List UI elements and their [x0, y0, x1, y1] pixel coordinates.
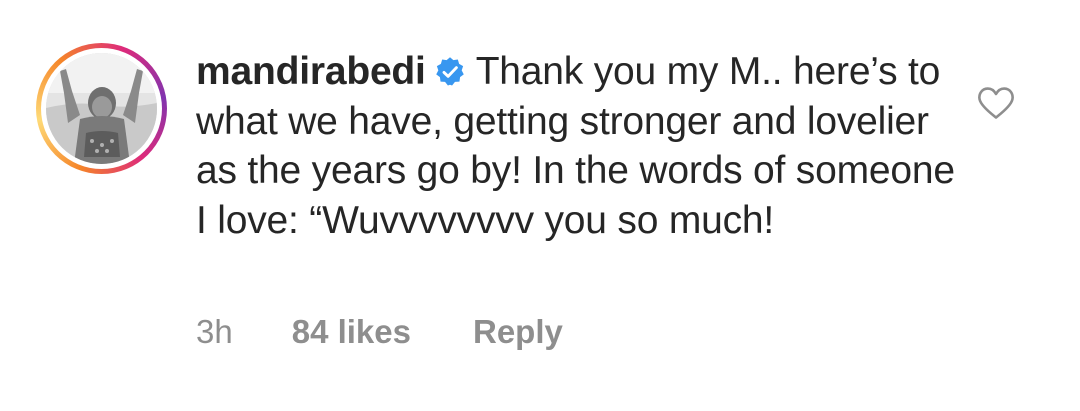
avatar-photo: [46, 53, 157, 164]
story-ring[interactable]: [36, 43, 167, 174]
avatar[interactable]: [46, 53, 157, 164]
username-link[interactable]: mandirabedi: [196, 50, 426, 93]
likes-count-button[interactable]: 84 likes: [292, 313, 411, 351]
reply-button[interactable]: Reply: [473, 313, 563, 351]
comment-row: mandirabedi Thank you my M.. here’s to w…: [0, 0, 1080, 411]
comment-body: mandirabedi Thank you my M.. here’s to w…: [196, 47, 956, 245]
heart-outline-icon[interactable]: [977, 86, 1015, 120]
comment-meta: 3h 84 likes Reply: [196, 313, 563, 351]
comment-timestamp[interactable]: 3h: [196, 313, 233, 351]
verified-badge-icon: [435, 57, 464, 86]
